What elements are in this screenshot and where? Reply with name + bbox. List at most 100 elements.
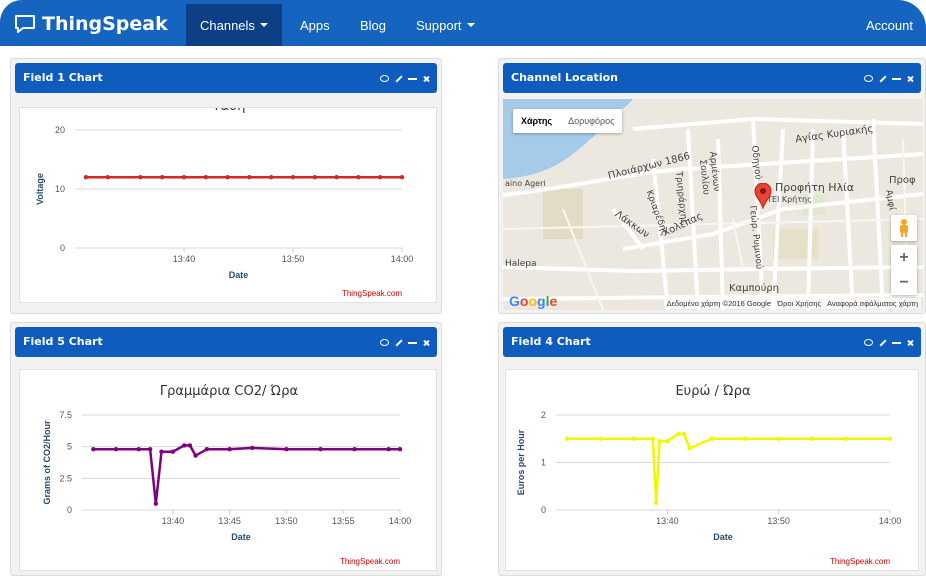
page: ThingSpeak Channels Apps Blog Support Ac…: [0, 0, 926, 576]
map-terms-link[interactable]: Όροι Χρήσης: [777, 299, 821, 308]
nav-account-link[interactable]: Account: [858, 4, 921, 46]
map-type-roadmap-button[interactable]: Χάρτης: [513, 109, 560, 133]
data-point[interactable]: [225, 175, 230, 180]
data-point[interactable]: [138, 175, 143, 180]
caret-down-icon: [259, 23, 268, 27]
minimize-icon[interactable]: [408, 338, 417, 347]
data-point[interactable]: [776, 436, 781, 441]
data-point[interactable]: [687, 446, 692, 451]
field5-chart-panel: Field 5 Chart Γραμμάρια CO2/ Ώρα 0 2.5 5 7.5…: [10, 322, 442, 576]
edit-icon[interactable]: [878, 338, 887, 347]
data-point[interactable]: [665, 438, 670, 444]
data-point[interactable]: [657, 438, 662, 444]
data-point[interactable]: [743, 436, 748, 441]
data-point[interactable]: [147, 447, 153, 452]
data-point[interactable]: [181, 175, 187, 180]
data-point[interactable]: [631, 436, 637, 441]
data-point[interactable]: [105, 175, 110, 180]
data-point[interactable]: [113, 447, 119, 452]
zoom-out-button[interactable]: −: [891, 270, 917, 295]
minimize-icon[interactable]: [408, 74, 417, 83]
comment-icon[interactable]: [380, 74, 389, 83]
data-point[interactable]: [887, 436, 893, 441]
data-point[interactable]: [153, 501, 159, 506]
nav-account-label: Account: [866, 17, 913, 33]
close-icon[interactable]: [906, 338, 915, 347]
data-point[interactable]: [204, 447, 210, 452]
y-axis-title: Grams of CO2/Hour: [42, 420, 52, 505]
y-tick-label: 7.5: [59, 410, 72, 420]
data-point[interactable]: [598, 436, 603, 441]
data-point[interactable]: [227, 447, 232, 452]
comment-icon[interactable]: [380, 338, 389, 347]
panel-title: Field 4 Chart: [511, 335, 591, 348]
panel-title: Field 1 Chart: [23, 71, 103, 84]
chart-credit[interactable]: ThingSpeak.com: [340, 557, 400, 566]
data-point[interactable]: [284, 447, 289, 452]
data-point[interactable]: [809, 436, 815, 441]
data-point[interactable]: [352, 447, 357, 452]
edit-icon[interactable]: [394, 74, 403, 83]
data-point[interactable]: [203, 175, 208, 180]
map-data-attribution: Δεδομένα χάρτη ©2016 Google: [666, 299, 772, 308]
edit-icon[interactable]: [394, 338, 403, 347]
zoom-in-button[interactable]: +: [891, 245, 917, 270]
data-point[interactable]: [91, 447, 96, 452]
data-point[interactable]: [650, 436, 656, 441]
channel-location-panel: Channel Location Χάρτης Δορυφόρος Αγίας …: [498, 58, 926, 314]
data-point[interactable]: [170, 449, 176, 454]
data-point[interactable]: [247, 175, 252, 180]
data-point[interactable]: [843, 436, 848, 441]
x-tick-label: 13:40: [162, 516, 185, 526]
chart-credit[interactable]: ThingSpeak.com: [342, 289, 402, 298]
data-point[interactable]: [397, 447, 403, 452]
nav-apps-link[interactable]: Apps: [286, 4, 344, 46]
edit-icon[interactable]: [878, 74, 887, 83]
voltage-chart: Τάση 0 10 20 13:40 13:50 14:00 Date Voltage Thing…: [35, 108, 413, 298]
google-logo: Google: [509, 293, 558, 309]
data-point[interactable]: [356, 175, 361, 180]
minimize-icon[interactable]: [892, 74, 901, 83]
close-icon[interactable]: [422, 338, 431, 347]
map-report-link[interactable]: Αναφορά σφάλματος χάρτη: [827, 299, 918, 308]
data-point[interactable]: [312, 175, 317, 180]
x-tick-label: 13:55: [332, 516, 355, 526]
data-point[interactable]: [193, 453, 198, 458]
data-point[interactable]: [709, 436, 715, 441]
y-tick-label: 10: [55, 184, 65, 194]
data-point[interactable]: [654, 500, 659, 506]
data-point[interactable]: [159, 449, 164, 454]
data-point[interactable]: [681, 431, 687, 437]
data-point[interactable]: [182, 443, 187, 448]
data-point[interactable]: [160, 175, 165, 180]
data-point[interactable]: [564, 436, 570, 441]
data-point[interactable]: [318, 447, 323, 452]
data-point[interactable]: [399, 175, 405, 180]
data-point[interactable]: [386, 447, 391, 452]
data-point[interactable]: [334, 175, 339, 180]
data-point[interactable]: [290, 175, 296, 180]
comment-icon[interactable]: [864, 74, 873, 83]
data-point[interactable]: [83, 175, 89, 180]
data-point[interactable]: [676, 431, 681, 437]
location-marker-icon[interactable]: [754, 183, 772, 209]
data-point[interactable]: [136, 447, 141, 452]
chart-credit[interactable]: ThingSpeak.com: [830, 557, 890, 566]
close-icon[interactable]: [906, 74, 915, 83]
thingspeak-logo[interactable]: ThingSpeak: [14, 8, 168, 40]
map-type-satellite-button[interactable]: Δορυφόρος: [560, 109, 622, 133]
data-point[interactable]: [378, 175, 383, 180]
data-point[interactable]: [250, 445, 255, 451]
euros-chart: Ευρώ / Ώρα 0 1 2 13:40 13:50 14:00 Date Euros pe…: [516, 384, 901, 566]
close-icon[interactable]: [422, 74, 431, 83]
nav-channels-dropdown[interactable]: Channels: [186, 4, 282, 46]
minimize-icon[interactable]: [892, 338, 901, 347]
nav-support-dropdown[interactable]: Support: [402, 4, 489, 46]
google-map[interactable]: Χάρτης Δορυφόρος Αγίας Κυριακής Πλοιάρχω…: [503, 99, 923, 310]
street-view-pegman[interactable]: [891, 215, 917, 241]
comment-icon[interactable]: [864, 338, 873, 347]
nav-support-label: Support: [416, 17, 462, 33]
data-point[interactable]: [269, 175, 274, 180]
nav-blog-link[interactable]: Blog: [346, 4, 400, 46]
data-point[interactable]: [187, 443, 193, 448]
